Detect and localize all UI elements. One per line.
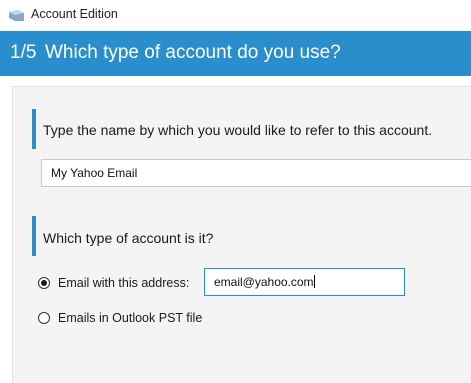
envelope-icon — [9, 10, 24, 21]
page-title: Which type of account do you use? — [45, 42, 341, 63]
content-panel: Type the name by which you would like to… — [12, 86, 471, 383]
title-bar: Account Edition — [0, 0, 471, 31]
email-address-radio[interactable] — [38, 277, 50, 289]
window-title: Account Edition — [31, 7, 118, 21]
email-address-field[interactable]: email@yahoo.com — [204, 268, 405, 296]
step-header: 1/5 Which type of account do you use? — [0, 31, 471, 76]
section-accent-bar — [32, 109, 36, 149]
step-indicator: 1/5 — [10, 42, 37, 63]
email-address-value: email@yahoo.com — [214, 275, 314, 289]
text-caret — [313, 275, 315, 288]
pst-file-option-label: Emails in Outlook PST file — [58, 311, 203, 325]
account-name-field[interactable]: My Yahoo Email — [41, 159, 471, 187]
account-type-label: Which type of account is it? — [43, 230, 214, 246]
section-accent-bar — [32, 216, 36, 256]
pst-file-radio[interactable] — [38, 312, 50, 324]
account-name-label: Type the name by which you would like to… — [43, 122, 433, 138]
email-address-option-label: Email with this address: — [58, 276, 190, 290]
